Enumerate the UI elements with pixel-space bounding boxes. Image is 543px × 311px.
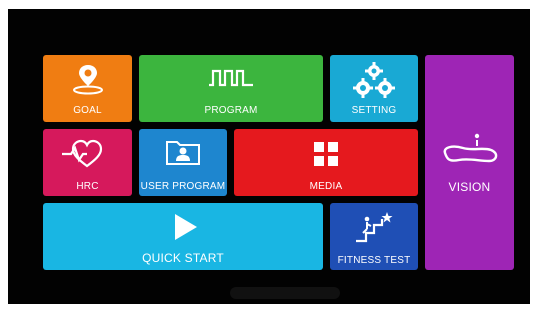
fitness-test-label: FITNESS TEST: [337, 255, 411, 266]
goal-tile[interactable]: GOAL: [43, 55, 132, 122]
hrc-tile[interactable]: HRC: [43, 129, 132, 196]
media-label: MEDIA: [309, 181, 343, 192]
goal-label: GOAL: [73, 105, 102, 116]
heart-rate-icon: [62, 139, 103, 168]
bottom-bar-divider: [230, 287, 340, 299]
console-screen: GOAL PROGRAM SETTING VISION HRC USER PRO…: [8, 9, 530, 304]
play-icon: [175, 214, 197, 240]
setting-tile[interactable]: SETTING: [330, 55, 418, 122]
quick-start-tile[interactable]: QUICK START: [43, 203, 323, 270]
user-program-label: USER PROGRAM: [140, 181, 226, 192]
track-icon: [443, 133, 498, 163]
location-pin-icon: [73, 65, 103, 95]
program-tile[interactable]: PROGRAM: [139, 55, 323, 122]
grid-icon: [314, 142, 338, 166]
quick-start-label: QUICK START: [142, 251, 224, 265]
program-label: PROGRAM: [204, 105, 258, 116]
user-program-tile[interactable]: USER PROGRAM: [139, 129, 227, 196]
vision-label: VISION: [448, 180, 491, 194]
gears-icon: [353, 62, 395, 98]
hrc-label: HRC: [76, 181, 99, 192]
pulse-wave-icon: [209, 69, 253, 87]
stairs-star-icon: [356, 212, 393, 243]
media-tile[interactable]: MEDIA: [234, 129, 418, 196]
vision-tile[interactable]: VISION: [425, 55, 514, 270]
user-folder-icon: [166, 141, 200, 165]
fitness-test-tile[interactable]: FITNESS TEST: [330, 203, 418, 270]
setting-label: SETTING: [351, 105, 397, 116]
